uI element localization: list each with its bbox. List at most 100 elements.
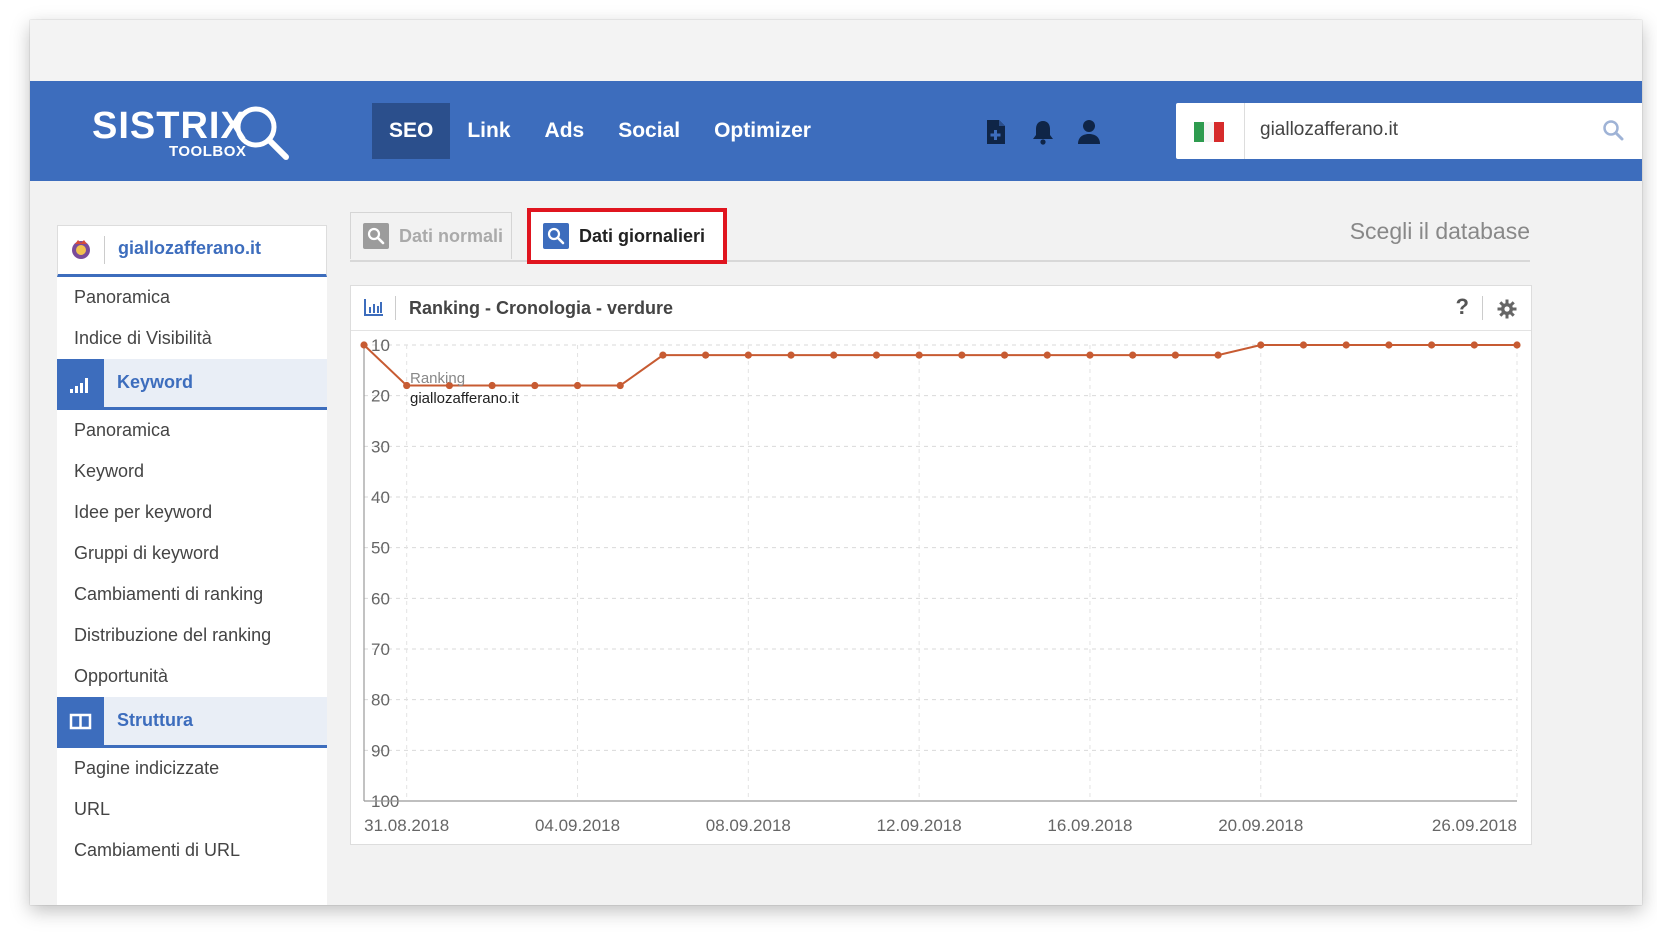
sidebar-item-distribuzione-ranking[interactable]: Distribuzione del ranking xyxy=(57,615,327,656)
sidebar-item-keyword[interactable]: Keyword xyxy=(57,451,327,492)
tab-dati-normali[interactable]: Dati normali xyxy=(350,212,512,259)
sidebar-item-cambiamenti-url[interactable]: Cambiamenti di URL xyxy=(57,830,327,871)
ranking-chart-panel: Ranking - Cronologia - verdure ? 10 20 30 4… xyxy=(350,285,1532,845)
tooltip-label: Ranking xyxy=(410,370,465,387)
x-tick-label: 04.09.2018 xyxy=(535,816,620,835)
data-point xyxy=(1129,351,1137,359)
y-tick-label: 40 xyxy=(371,488,390,507)
divider xyxy=(395,296,396,320)
series-line xyxy=(363,344,1517,387)
x-tick-label: 08.09.2018 xyxy=(706,816,791,835)
y-tick-label: 60 xyxy=(371,589,390,608)
data-point xyxy=(573,381,582,390)
search-icon xyxy=(543,223,569,249)
sidebar-section-label: Keyword xyxy=(117,372,194,392)
data-point xyxy=(830,351,838,359)
tab-dati-giornalieri[interactable]: Dati giornalieri xyxy=(527,208,727,264)
y-tick-label: 90 xyxy=(371,741,390,760)
panel-header: Ranking - Cronologia - verdure ? xyxy=(351,286,1531,331)
sidebar-section-struttura[interactable]: Struttura xyxy=(57,697,327,748)
chart-icon xyxy=(364,298,384,321)
domain-favicon-icon xyxy=(70,238,92,260)
y-tick-label: 80 xyxy=(371,691,390,710)
data-point xyxy=(958,351,966,359)
data-point xyxy=(360,341,368,349)
sidebar-item-kw-panoramica[interactable]: Panoramica xyxy=(57,410,327,451)
panel-title: Ranking - Cronologia - verdure xyxy=(409,298,674,318)
sidebar-item-cambiamenti-ranking[interactable]: Cambiamenti di ranking xyxy=(57,574,327,615)
sidebar-section-label: Struttura xyxy=(117,710,193,730)
nav-ads[interactable]: Ads xyxy=(528,103,602,159)
tab-label: Dati giornalieri xyxy=(579,225,706,246)
sidebar-item-panoramica[interactable]: Panoramica xyxy=(57,277,327,318)
sidebar-domain[interactable]: giallozafferano.it xyxy=(57,225,327,277)
domain-search-box[interactable]: giallozafferano.it xyxy=(1176,103,1642,159)
data-point xyxy=(702,351,710,359)
nav-optimizer[interactable]: Optimizer xyxy=(697,103,828,159)
sidebar-item-opportunita[interactable]: Opportunità xyxy=(57,656,327,697)
columns-icon xyxy=(57,697,104,745)
data-point xyxy=(787,351,795,359)
data-tabs: Dati normali Dati giornalieri Scegli il … xyxy=(350,208,1530,264)
tooltip-value: giallozafferano.it xyxy=(410,390,520,407)
data-point xyxy=(1427,341,1436,349)
database-selector[interactable]: Scegli il database xyxy=(1350,218,1530,245)
data-point xyxy=(1214,351,1222,359)
search-icon[interactable] xyxy=(1602,119,1624,146)
data-point xyxy=(488,381,496,390)
sidebar-item-indice-visibilita[interactable]: Indice di Visibilità xyxy=(57,318,327,359)
data-point xyxy=(744,351,752,359)
data-point xyxy=(616,381,624,390)
search-input[interactable]: giallozafferano.it xyxy=(1260,119,1398,141)
app-window: SISTRIX TOOLBOX SEO Link Ads Social Opti… xyxy=(30,20,1642,905)
country-selector[interactable] xyxy=(1176,103,1245,159)
nav-seo[interactable]: SEO xyxy=(372,103,451,159)
gear-icon[interactable] xyxy=(1497,299,1517,324)
data-point xyxy=(915,351,923,359)
divider xyxy=(1482,296,1483,320)
data-point xyxy=(1043,351,1051,359)
data-point xyxy=(1257,341,1265,349)
new-document-icon[interactable] xyxy=(985,119,1009,147)
x-tick-label: 26.09.2018 xyxy=(1432,816,1517,835)
data-point xyxy=(1385,341,1393,349)
ranking-line-chart: 10203040506070809010031.08.2018 04.09.201… xyxy=(360,336,1521,835)
divider xyxy=(104,236,105,264)
data-point xyxy=(659,351,667,359)
sidebar-section-keyword[interactable]: Keyword xyxy=(57,359,327,410)
y-tick-label: 20 xyxy=(371,387,390,406)
y-tick-label: 50 xyxy=(371,539,390,558)
sidebar-item-pagine-indicizzate[interactable]: Pagine indicizzate xyxy=(57,748,327,789)
y-tick-label: 30 xyxy=(371,437,390,456)
user-icon[interactable] xyxy=(1077,119,1101,147)
x-tick-label: 16.09.2018 xyxy=(1047,816,1132,835)
data-point xyxy=(1470,341,1478,349)
sistrix-logo[interactable]: SISTRIX TOOLBOX xyxy=(92,103,302,165)
logo-text: SISTRIX xyxy=(92,105,247,147)
x-tick-label: 31.08.2018 xyxy=(364,816,449,835)
sidebar-item-url[interactable]: URL xyxy=(57,789,327,830)
data-point xyxy=(1086,351,1094,359)
y-tick-label: 10 xyxy=(371,336,390,355)
data-point xyxy=(872,351,881,359)
bell-icon[interactable] xyxy=(1031,119,1055,147)
sidebar-domain-label: giallozafferano.it xyxy=(118,238,262,258)
italy-flag-icon xyxy=(1194,122,1224,142)
data-point xyxy=(1342,341,1350,349)
sidebar: giallozafferano.it Panoramica Indice di … xyxy=(57,225,327,905)
sidebar-item-gruppi-keyword[interactable]: Gruppi di keyword xyxy=(57,533,327,574)
logo-magnifier-icon xyxy=(235,106,289,160)
tab-label: Dati normali xyxy=(399,225,504,246)
y-tick-label: 70 xyxy=(371,640,390,659)
top-header: SISTRIX TOOLBOX SEO Link Ads Social Opti… xyxy=(30,81,1642,181)
nav-social[interactable]: Social xyxy=(601,103,697,159)
bar-chart-icon xyxy=(57,359,104,407)
nav-link[interactable]: Link xyxy=(450,103,527,159)
main-nav: SEO Link Ads Social Optimizer xyxy=(372,103,828,159)
x-tick-label: 12.09.2018 xyxy=(877,816,962,835)
help-icon[interactable]: ? xyxy=(1456,294,1469,320)
data-point xyxy=(1513,341,1521,349)
sidebar-item-idee-keyword[interactable]: Idee per keyword xyxy=(57,492,327,533)
data-point xyxy=(1299,341,1308,349)
data-point xyxy=(1171,351,1179,359)
